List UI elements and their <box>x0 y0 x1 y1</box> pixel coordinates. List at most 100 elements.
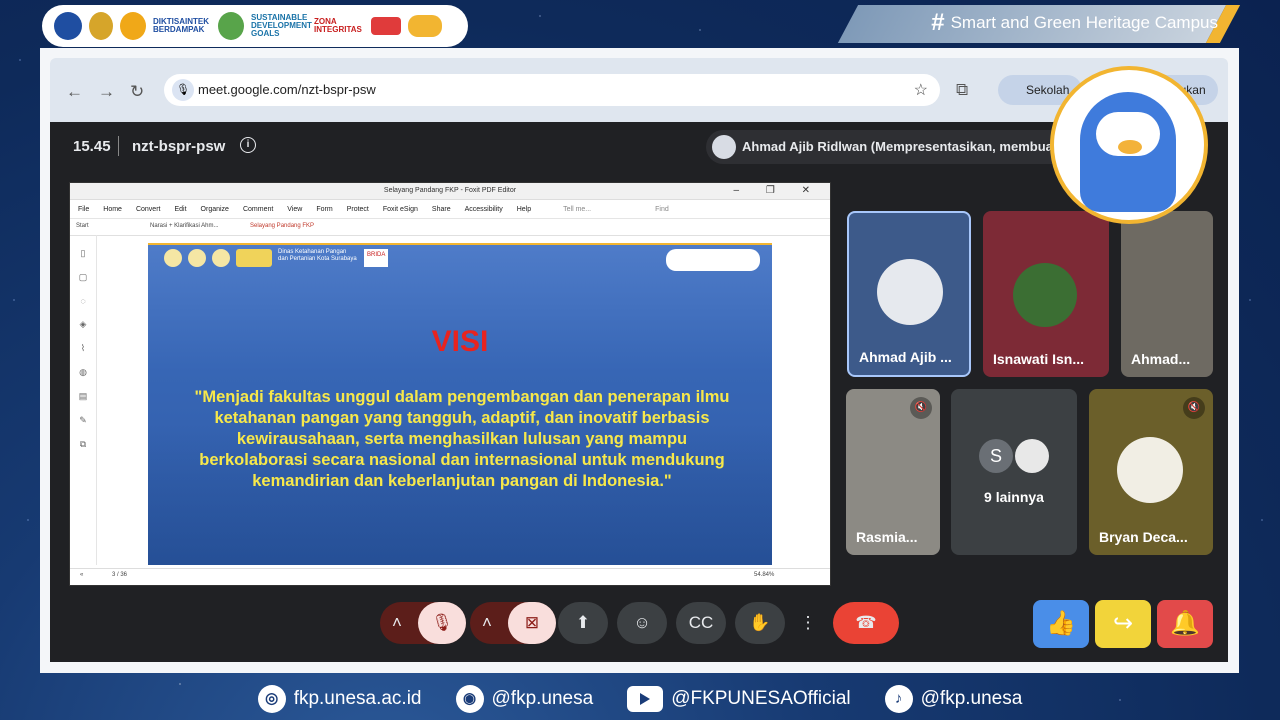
banner-label: Smart and Green Heritage Campus <box>950 13 1218 32</box>
garuda-avatar <box>1117 437 1183 503</box>
page-indicator[interactable]: 3 / 36 <box>112 572 127 578</box>
document-tab-1[interactable]: Narasi + Klarifikasi Ahm... <box>150 223 219 229</box>
website-label: fkp.unesa.ac.id <box>293 688 422 709</box>
participant-name: Ahmad Ajib ... <box>859 349 952 365</box>
menu-share[interactable]: Share <box>432 206 451 213</box>
menu-comment[interactable]: Comment <box>243 206 273 213</box>
forward-icon[interactable]: → <box>98 82 115 102</box>
attachment-icon[interactable]: ⌇ <box>70 343 96 354</box>
tiktok-label: @fkp.unesa <box>920 688 1023 709</box>
layers-icon[interactable]: ◈ <box>70 319 96 330</box>
slide-logo <box>236 249 272 267</box>
extensions-icon[interactable]: ⧉ <box>956 80 968 100</box>
presenter-chip[interactable]: Ahmad Ajib Ridlwan (Mempresentasikan, me… <box>706 130 1106 164</box>
participant-name: Isnawati Isn... <box>993 351 1085 367</box>
youtube-label: @FKPUNESAOfficial <box>671 688 851 709</box>
info-icon[interactable]: i <box>240 137 256 153</box>
foxit-titlebar: Selayang Pandang FKP - Foxit PDF Editor … <box>70 183 830 200</box>
instagram-label: @fkp.unesa <box>491 688 594 709</box>
mic-site-icon[interactable]: 🎙 <box>172 79 194 101</box>
window-controls: – ❐ ✕ <box>733 185 822 196</box>
brida-logo-text: BRIDA <box>364 249 389 267</box>
globe-icon: ◎ <box>257 685 286 713</box>
foxit-side-toolbar: ▯ ▢ ◌ ◈ ⌇ ◍ ▤ ✎ ⧉ <box>70 235 97 565</box>
menu-file[interactable]: File <box>78 206 89 213</box>
menu-organize[interactable]: Organize <box>201 206 229 213</box>
camera-off-icon[interactable]: ⊠ <box>508 602 556 644</box>
menu-edit[interactable]: Edit <box>174 206 186 213</box>
tell-me-field[interactable]: Tell me... <box>563 206 591 213</box>
tiktok-icon: ♪ <box>884 685 913 713</box>
chevron-up-icon[interactable]: ˄ <box>482 602 492 644</box>
crest-logo <box>89 12 113 40</box>
emoji-button[interactable]: ☺ <box>617 602 667 644</box>
meeting-time: 15.45 <box>73 138 111 155</box>
end-call-button[interactable]: ☎ <box>833 602 899 644</box>
instagram-link[interactable]: ◉ @fkp.unesa <box>455 685 594 713</box>
menu-view[interactable]: View <box>287 206 302 213</box>
foxit-menu: File Home Convert Edit Organize Comment … <box>70 200 830 219</box>
menu-help[interactable]: Help <box>517 206 531 213</box>
banner-title: # Smart and Green Heritage Campus <box>931 9 1218 37</box>
mic-control[interactable]: ˄ 🎙 <box>380 602 466 644</box>
partner-logo <box>408 15 442 37</box>
raise-hand-button[interactable]: ✋ <box>735 602 785 644</box>
find-field[interactable]: Find <box>655 206 669 213</box>
participant-avatar <box>1013 263 1077 327</box>
youtube-icon <box>627 686 664 712</box>
website-link[interactable]: ◎ fkp.unesa.ac.id <box>257 685 422 713</box>
participant-tile[interactable]: 🔇 Rasmia... <box>846 389 940 555</box>
hashtag-icon: # <box>931 9 945 36</box>
foxit-title: Selayang Pandang FKP - Foxit PDF Editor <box>383 187 517 194</box>
start-tab[interactable]: Start <box>76 223 89 229</box>
diktisaintek-label: DIKTISAINTEK BERDAMPAK <box>153 17 209 34</box>
back-icon[interactable]: ← <box>66 82 83 102</box>
security-icon[interactable]: ◍ <box>70 367 96 378</box>
mic-off-icon: 🔇 <box>910 397 932 419</box>
bookmark-star-icon[interactable]: ☆ <box>914 80 928 100</box>
participant-tile[interactable]: Ahmad Ajib ... <box>847 211 971 377</box>
participant-name: Ahmad... <box>1131 351 1191 367</box>
participant-tile-others[interactable]: S 9 lainnya <box>951 389 1077 555</box>
present-screen-button[interactable]: ⬆ <box>558 602 608 644</box>
participant-tile[interactable]: Isnawati Isn... <box>983 211 1109 377</box>
camera-control[interactable]: ˄ ⊠ <box>470 602 556 644</box>
presenter-avatar <box>712 135 736 159</box>
browser-toolbar: ← → ↻ 🎙 meet.google.com/nzt-bspr-psw ☆ ⧉… <box>50 58 1228 122</box>
first-page-icon[interactable]: « <box>80 572 83 578</box>
participant-avatar <box>1015 439 1049 473</box>
address-bar[interactable]: 🎙 meet.google.com/nzt-bspr-psw ☆ <box>164 74 940 106</box>
zoom-level[interactable]: 54.84% <box>754 572 774 578</box>
chevron-up-icon[interactable]: ˄ <box>392 602 402 644</box>
mic-off-icon: 🔇 <box>1183 397 1205 419</box>
document-icon[interactable]: ▤ <box>70 391 96 402</box>
participant-name: Bryan Deca... <box>1099 529 1188 545</box>
menu-esign[interactable]: Foxit eSign <box>383 206 418 213</box>
url-text: meet.google.com/nzt-bspr-psw <box>198 82 376 97</box>
tiktok-link[interactable]: ♪ @fkp.unesa <box>884 685 1023 713</box>
comment-icon[interactable]: ◌ <box>70 296 96 306</box>
copy-icon[interactable]: ⧉ <box>70 439 96 450</box>
meet-window: 15.45 nzt-bspr-psw i Ahmad Ajib Ridlwan … <box>50 122 1228 662</box>
signature-icon[interactable]: ✎ <box>70 415 96 426</box>
captions-button[interactable]: CC <box>676 602 726 644</box>
mic-off-icon[interactable]: 🎙 <box>418 602 466 644</box>
youtube-link[interactable]: @FKPUNESAOfficial <box>627 686 851 712</box>
reload-icon[interactable]: ↻ <box>130 82 144 102</box>
participant-tile[interactable]: Ahmad... <box>1121 211 1213 377</box>
menu-home[interactable]: Home <box>103 206 122 213</box>
meeting-code: nzt-bspr-psw <box>132 138 226 155</box>
menu-convert[interactable]: Convert <box>136 206 161 213</box>
menu-accessibility[interactable]: Accessibility <box>465 206 503 213</box>
page-icon[interactable]: ▢ <box>70 272 96 283</box>
menu-protect[interactable]: Protect <box>347 206 369 213</box>
participant-tile[interactable]: 🔇 Bryan Deca... <box>1089 389 1213 555</box>
document-tab-2[interactable]: Selayang Pandang FKP <box>250 223 314 229</box>
participant-name: 9 lainnya <box>984 489 1044 505</box>
menu-form[interactable]: Form <box>316 206 332 213</box>
share-arrow-icon: ↪ <box>1095 600 1151 648</box>
more-options-icon[interactable]: ⋮ <box>794 602 822 644</box>
mascot-beak <box>1118 140 1142 154</box>
bookmark-icon[interactable]: ▯ <box>70 248 96 259</box>
red-stamp-logo <box>371 17 401 35</box>
